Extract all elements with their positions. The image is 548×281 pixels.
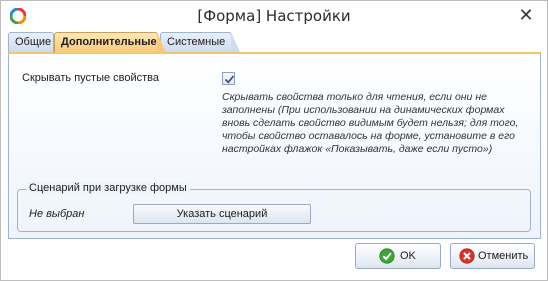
tab-control: Общие Дополнительные Системные Скрывать … <box>8 32 541 239</box>
close-icon[interactable]: ✕ <box>517 6 535 25</box>
tab-panel-additional: Скрывать пустые свойства Скрывать свойст… <box>8 52 541 239</box>
check-icon <box>224 75 235 84</box>
specify-scenario-button[interactable]: Указать сценарий <box>133 204 311 224</box>
hide-empty-hint: Скрывать свойства только для чтения, есл… <box>222 91 519 155</box>
cancel-button-label: Отменить <box>478 250 529 262</box>
hide-empty-checkbox[interactable] <box>222 72 235 85</box>
ok-button-label: OK <box>400 250 416 262</box>
scenario-value: Не выбран <box>29 208 85 220</box>
tab-system[interactable]: Системные <box>160 32 240 52</box>
hide-empty-label: Скрывать пустые свойства <box>22 72 160 84</box>
scenario-group: Сценарий при загрузке формы Не выбран Ук… <box>17 182 531 232</box>
tab-general[interactable]: Общие <box>8 32 54 52</box>
cancel-circle-icon <box>459 248 475 264</box>
check-circle-icon <box>379 248 395 264</box>
settings-dialog: [Форма] Настройки ✕ Общие Дополнительные… <box>0 0 548 281</box>
scenario-group-title: Сценарий при загрузке формы <box>26 182 190 194</box>
tab-additional[interactable]: Дополнительные <box>54 32 166 53</box>
ok-button[interactable]: OK <box>355 243 441 269</box>
dialog-footer: OK Отменить <box>1 239 547 280</box>
cancel-button[interactable]: Отменить <box>450 243 535 269</box>
window-title: [Форма] Настройки <box>197 7 351 25</box>
title-bar: [Форма] Настройки ✕ <box>1 1 547 31</box>
